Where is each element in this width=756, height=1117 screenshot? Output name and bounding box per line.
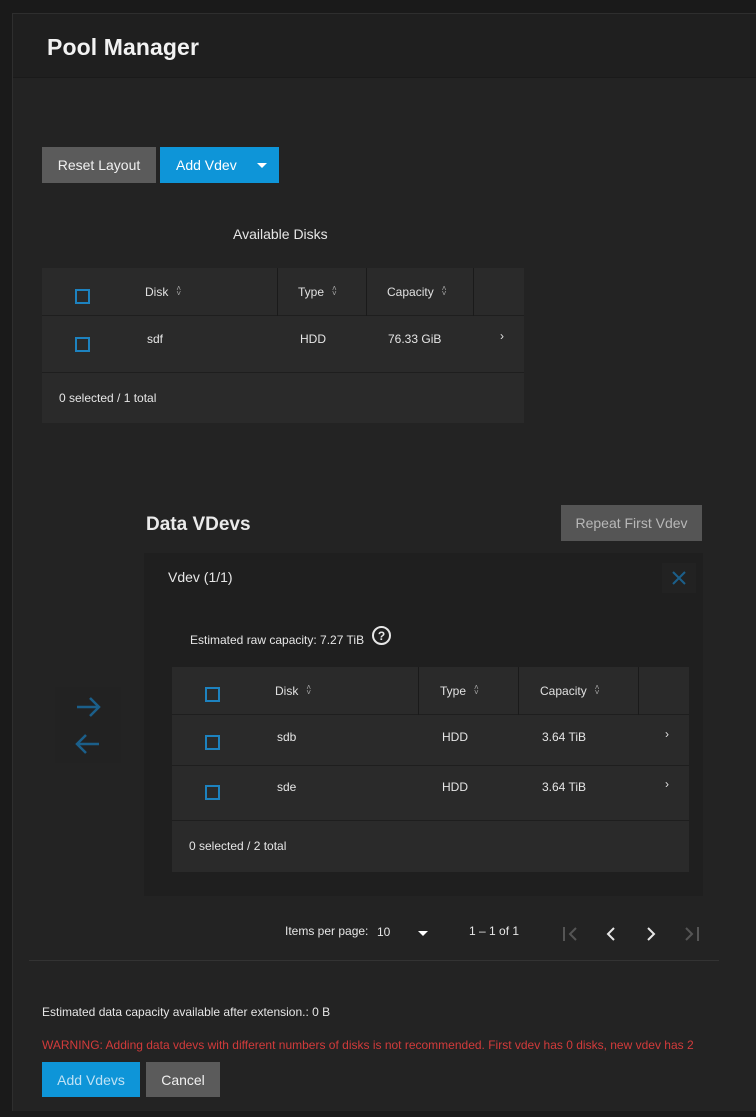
reset-layout-button[interactable]: Reset Layout [42, 147, 156, 183]
add-vdev-button[interactable]: Add Vdev [160, 147, 279, 183]
column-label: Disk [275, 684, 299, 698]
row-divider [172, 820, 689, 821]
arrow-left-icon[interactable] [55, 687, 121, 763]
cell-capacity: 76.33 GiB [388, 332, 442, 346]
row-divider [42, 372, 524, 373]
cell-disk: sde [277, 780, 297, 794]
column-label: Type [440, 684, 467, 698]
cell-type: HDD [300, 332, 326, 346]
sort-icon: ˄ ˅ [332, 284, 337, 298]
column-divider [277, 268, 278, 316]
table-header: Disk ˄ ˅ Type ˄ ˅ Capacity ˄ ˅ [42, 268, 524, 316]
sort-icon: ˄ ˅ [176, 284, 182, 298]
close-button[interactable] [662, 563, 696, 593]
cell-capacity: 3.64 TiB [542, 730, 587, 744]
repeat-first-vdev-label: Repeat First Vdev [575, 515, 688, 531]
selection-summary: 0 selected / 1 total [59, 391, 157, 405]
caret-down-icon [418, 931, 428, 936]
chevron-right-icon[interactable]: › [500, 329, 504, 343]
capacity-note: Estimated data capacity available after … [42, 1005, 331, 1019]
column-header-disk[interactable]: Disk ˄ ˅ [275, 667, 313, 715]
available-disks-heading: Available Disks [233, 226, 328, 242]
raw-capacity: Estimated raw capacity: 7.27 TiB [190, 633, 365, 647]
data-vdevs-heading: Data VDevs [146, 514, 251, 535]
close-icon [672, 571, 686, 585]
column-divider [638, 667, 639, 715]
reset-layout-label: Reset Layout [57, 157, 141, 173]
divider [29, 960, 719, 961]
column-divider [366, 268, 367, 316]
pool-manager-dialog: Pool Manager Reset Layout Add Vdev Avail… [12, 13, 756, 1111]
items-per-page-value: 10 [377, 925, 391, 939]
select-all-checkbox-icon[interactable] [75, 289, 90, 304]
row-checkbox-icon[interactable] [205, 785, 220, 800]
column-label: Disk [145, 285, 169, 299]
sort-icon: ˄ ˅ [306, 683, 312, 697]
column-divider [473, 268, 474, 316]
row-checkbox-icon[interactable] [205, 735, 220, 750]
cell-disk: sdf [147, 332, 164, 346]
warning-message: WARNING: Adding data vdevs with differen… [42, 1038, 694, 1052]
cell-type: HDD [442, 780, 468, 794]
add-vdevs-label: Add Vdevs [57, 1071, 125, 1088]
chevron-right-icon[interactable]: › [665, 777, 669, 791]
column-label: Capacity [387, 285, 434, 299]
sort-icon: ˄ ˅ [441, 284, 447, 298]
items-per-page-label: Items per page: [285, 924, 369, 938]
available-disks-table: Disk ˄ ˅ Type ˄ ˅ Capacity ˄ ˅ sdf HDD 76.3… [42, 268, 524, 423]
row-checkbox-icon[interactable] [75, 337, 90, 352]
repeat-first-vdev-button[interactable]: Repeat First Vdev [561, 505, 702, 541]
chevron-right-icon[interactable] [639, 922, 663, 946]
column-header-disk[interactable]: Disk ˄ ˅ [145, 268, 183, 316]
add-vdevs-button[interactable]: Add Vdevs [42, 1062, 140, 1097]
select-all-checkbox-icon[interactable] [205, 687, 220, 702]
cancel-button[interactable]: Cancel [146, 1062, 220, 1097]
row-divider [172, 765, 689, 766]
table-header: Disk ˄ ˅ Type ˄ ˅ Capacity ˄ ˅ [172, 667, 689, 715]
cell-type: HDD [442, 730, 468, 744]
column-header-type[interactable]: Type ˄ ˅ [298, 268, 339, 316]
cancel-label: Cancel [161, 1071, 205, 1088]
selection-summary: 0 selected / 2 total [189, 839, 287, 853]
last-page-icon[interactable] [679, 922, 703, 946]
chevron-left-icon[interactable] [599, 922, 623, 946]
column-label: Capacity [540, 684, 587, 698]
column-divider [418, 667, 419, 715]
move-controls [55, 687, 121, 763]
column-label: Type [298, 285, 325, 299]
caret-down-icon[interactable] [257, 163, 267, 168]
vdev-panel: Vdev (1/1) Estimated raw capacity: 7.27 … [144, 553, 703, 896]
column-header-type[interactable]: Type ˄ ˅ [440, 667, 481, 715]
sort-icon: ˄ ˅ [474, 683, 479, 697]
items-per-page-select[interactable]: 10 [376, 918, 434, 944]
cell-capacity: 3.64 TiB [542, 780, 587, 794]
column-header-capacity[interactable]: Capacity ˄ ˅ [540, 667, 602, 715]
sort-icon: ˄ ˅ [594, 683, 600, 697]
first-page-icon[interactable] [559, 922, 583, 946]
chevron-right-icon[interactable]: › [665, 727, 669, 741]
column-divider [518, 667, 519, 715]
help-circle-icon[interactable]: ? [372, 626, 391, 645]
title-bar: Pool Manager [13, 14, 756, 78]
vdev-disks-table: Disk ˄ ˅ Type ˄ ˅ Capacity ˄ ˅ sdb HDD 3… [172, 667, 689, 872]
column-header-capacity[interactable]: Capacity ˄ ˅ [387, 268, 449, 316]
vdev-title: Vdev (1/1) [168, 569, 233, 585]
page-title: Pool Manager [47, 34, 200, 60]
page-range: 1 – 1 of 1 [469, 924, 520, 938]
add-vdev-label: Add Vdev [176, 157, 237, 173]
cell-disk: sdb [277, 730, 297, 744]
